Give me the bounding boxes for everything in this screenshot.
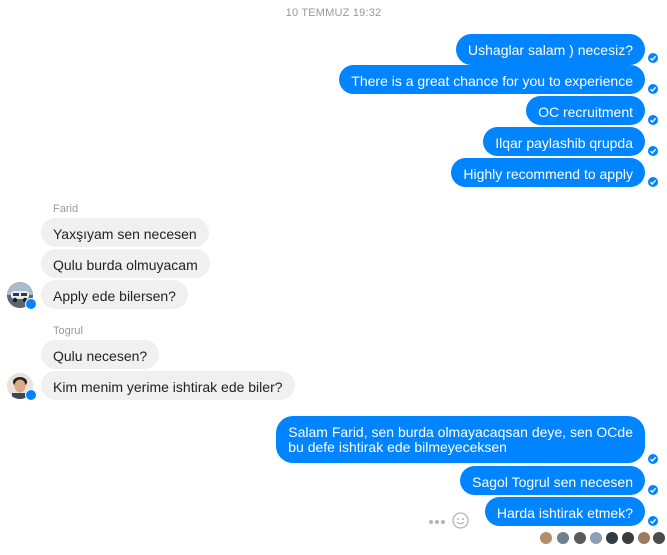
smiley-icon[interactable] bbox=[452, 512, 469, 529]
read-check-icon bbox=[648, 485, 658, 495]
messenger-badge-icon bbox=[25, 389, 37, 401]
outgoing-message[interactable]: Sagol Togrul sen necesen bbox=[460, 466, 645, 495]
conversation-timestamp: 10 TEMMUZ 19:32 bbox=[285, 7, 382, 19]
seen-avatar[interactable] bbox=[653, 532, 665, 544]
seen-avatar[interactable] bbox=[606, 532, 618, 544]
read-check-icon bbox=[648, 177, 658, 187]
incoming-message[interactable]: Kim menim yerime ishtirak ede biler? bbox=[41, 371, 295, 400]
incoming-message[interactable]: Apply ede bilersen? bbox=[41, 280, 188, 309]
outgoing-message[interactable]: Harda ishtirak etmek? bbox=[484, 497, 645, 526]
seen-avatar[interactable] bbox=[622, 532, 634, 544]
message-line: bu defe ishtirak ede bilmeyeceksen bbox=[288, 439, 507, 455]
seen-avatar[interactable] bbox=[574, 532, 586, 544]
read-check-icon bbox=[648, 516, 658, 526]
read-check-icon bbox=[648, 53, 658, 63]
sender-name: Togrul bbox=[53, 325, 83, 337]
more-dots-icon[interactable] bbox=[428, 512, 446, 524]
outgoing-message[interactable]: Ilqar paylashib qrupda bbox=[483, 127, 645, 156]
outgoing-message[interactable]: OC recruitment bbox=[526, 96, 645, 125]
outgoing-message[interactable]: Ushaglar salam ) necesiz? bbox=[456, 34, 645, 65]
messenger-badge-icon bbox=[25, 298, 37, 310]
read-check-icon bbox=[648, 84, 658, 94]
seen-avatar[interactable] bbox=[540, 532, 552, 544]
seen-avatar[interactable] bbox=[638, 532, 650, 544]
incoming-message[interactable]: Qulu burda olmuyacam bbox=[41, 249, 210, 278]
seen-avatar[interactable] bbox=[557, 532, 569, 544]
outgoing-message[interactable]: Highly recommend to apply bbox=[451, 158, 645, 187]
incoming-message[interactable]: Yaxşıyam sen necesen bbox=[41, 218, 209, 247]
read-check-icon bbox=[648, 115, 658, 125]
seen-avatar[interactable] bbox=[590, 532, 602, 544]
outgoing-message[interactable]: There is a great chance for you to exper… bbox=[339, 65, 645, 94]
sender-name: Farid bbox=[53, 203, 79, 215]
incoming-message[interactable]: Qulu necesen? bbox=[41, 340, 160, 369]
outgoing-message[interactable]: Salam Farid, sen burda olmayacaqsan deye… bbox=[276, 416, 645, 463]
read-check-icon bbox=[648, 146, 658, 156]
message-line: Salam Farid, sen burda olmayacaqsan deye… bbox=[288, 424, 633, 440]
read-check-icon bbox=[648, 454, 658, 464]
